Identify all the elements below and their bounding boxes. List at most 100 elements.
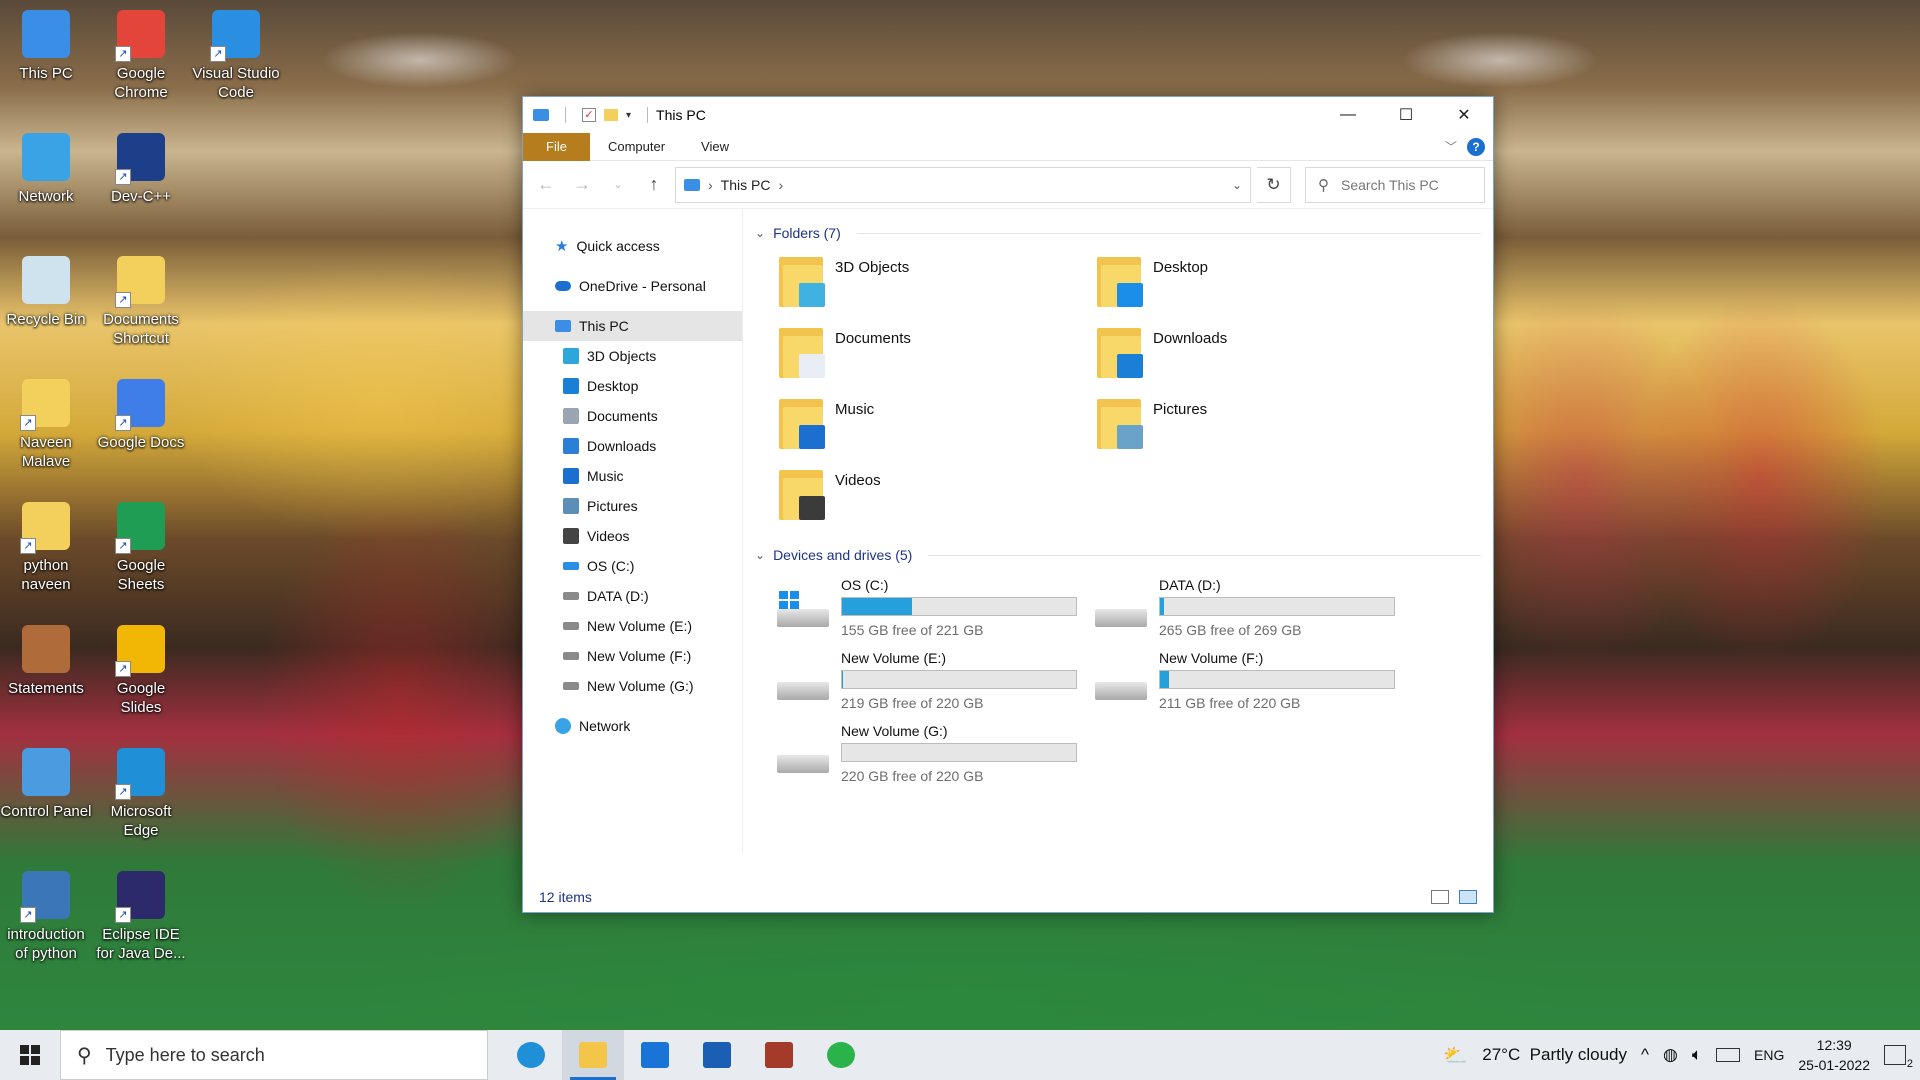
clock[interactable]: 12:39 25-01-2022: [1798, 1035, 1870, 1075]
desktop-icon-python-naveen[interactable]: ↗ python naveen: [0, 502, 92, 594]
new-folder-icon[interactable]: [604, 109, 618, 121]
nav-item-new-volume-f[interactable]: New Volume (F:): [523, 641, 742, 671]
search-box[interactable]: ⚲ Search This PC: [1305, 166, 1485, 203]
taskbar-search-box[interactable]: ⚲ Type here to search: [60, 1030, 488, 1080]
visual-studio-code-icon: ↗: [210, 10, 260, 62]
this-pc-icon: [684, 178, 700, 191]
drive-data-d[interactable]: DATA (D:) 265 GB free of 269 GB: [1095, 577, 1413, 638]
desktop-icon-documents-shortcut[interactable]: ↗ Documents Shortcut: [95, 256, 187, 348]
notifications-icon[interactable]: 2: [1884, 1045, 1913, 1070]
desktop-icon-google-chrome[interactable]: ↗ Google Chrome: [95, 10, 187, 102]
drive-new-volume-e[interactable]: New Volume (E:) 219 GB free of 220 GB: [777, 650, 1095, 711]
desktop-icon-visual-studio-code[interactable]: ↗ Visual Studio Code: [190, 10, 282, 102]
maximize-button[interactable]: ☐: [1377, 97, 1435, 133]
large-icons-view-button[interactable]: [1459, 890, 1477, 904]
desktop-icon-label: Documents Shortcut: [103, 311, 179, 347]
desktop-icon-introduction-of-python[interactable]: ↗ introduction of python: [0, 871, 92, 963]
documents-shortcut-icon: ↗: [115, 256, 165, 308]
folder-label: 3D Objects: [835, 259, 910, 276]
desktop-icon-microsoft-edge[interactable]: ↗ Microsoft Edge: [95, 748, 187, 840]
desktop-icon-this-pc[interactable]: This PC: [0, 10, 92, 83]
folder-3d-objects[interactable]: 3D Objects: [777, 253, 1095, 316]
shortcut-arrow-icon: ↗: [20, 538, 36, 554]
nav-item-new-volume-e[interactable]: New Volume (E:): [523, 611, 742, 641]
taskbar-app-dell[interactable]: [686, 1030, 748, 1080]
help-icon[interactable]: ?: [1467, 137, 1485, 156]
taskbar-app-whatsapp[interactable]: [810, 1030, 872, 1080]
address-dropdown-chevron-icon[interactable]: ⌄: [1232, 178, 1242, 192]
desktop-icon-dev-c[interactable]: ↗ Dev-C++: [95, 133, 187, 206]
nav-network[interactable]: Network: [523, 711, 742, 741]
expand-ribbon-chevron-icon[interactable]: ﹀: [1445, 138, 1457, 155]
nav-onedrive[interactable]: OneDrive - Personal: [523, 271, 742, 301]
desktop-folder-icon: [1095, 253, 1143, 309]
nav-item-documents[interactable]: Documents: [523, 401, 742, 431]
taskbar-app-microsoft-edge[interactable]: [500, 1030, 562, 1080]
nav-item-videos[interactable]: Videos: [523, 521, 742, 551]
details-view-button[interactable]: [1431, 890, 1449, 904]
nav-item-data-d[interactable]: DATA (D:): [523, 581, 742, 611]
folder-videos[interactable]: Videos: [777, 466, 1095, 529]
nav-item-downloads[interactable]: Downloads: [523, 431, 742, 461]
start-button[interactable]: [0, 1030, 60, 1080]
nav-this-pc[interactable]: This PC: [523, 311, 742, 341]
desktop-icon-eclipse-ide-for-java-de[interactable]: ↗ Eclipse IDE for Java De...: [95, 871, 187, 963]
weather-icon[interactable]: ⛅: [1443, 1043, 1468, 1068]
keyboard-icon[interactable]: [1716, 1048, 1741, 1062]
desktop-icon-control-panel[interactable]: Control Panel: [0, 748, 92, 821]
show-hidden-icons-chevron-icon[interactable]: ^: [1641, 1045, 1649, 1065]
desktop-icon-google-slides[interactable]: ↗ Google Slides: [95, 625, 187, 717]
language-indicator[interactable]: ENG: [1754, 1047, 1784, 1063]
desktop-icon-network[interactable]: Network: [0, 133, 92, 206]
properties-icon[interactable]: ✓: [582, 108, 596, 122]
tab-computer[interactable]: Computer: [590, 133, 683, 161]
folders-group-header[interactable]: ⌄ Folders (7): [755, 221, 1481, 245]
nav-item-3d-objects[interactable]: 3D Objects: [523, 341, 742, 371]
taskbar-app-mail[interactable]: [624, 1030, 686, 1080]
up-button[interactable]: ↑: [639, 174, 669, 195]
address-bar[interactable]: › This PC › ⌄: [675, 166, 1251, 203]
customize-toolbar-chevron-icon[interactable]: ▾: [626, 110, 631, 121]
nav-quick-access[interactable]: ★ Quick access: [523, 231, 742, 261]
nav-item-pictures[interactable]: Pictures: [523, 491, 742, 521]
nav-label: Videos: [587, 528, 630, 544]
folder-documents[interactable]: Documents: [777, 324, 1095, 387]
taskbar-app-photo-app[interactable]: [748, 1030, 810, 1080]
breadcrumb-this-pc[interactable]: This PC: [721, 177, 771, 193]
refresh-button[interactable]: ↻: [1257, 166, 1291, 203]
folder-pictures[interactable]: Pictures: [1095, 395, 1413, 458]
tab-view[interactable]: View: [683, 133, 747, 161]
drive-new-volume-g[interactable]: New Volume (G:) 220 GB free of 220 GB: [777, 723, 1095, 784]
back-button[interactable]: ←: [531, 174, 561, 195]
desktop-icon-recycle-bin[interactable]: Recycle Bin: [0, 256, 92, 329]
weather-text[interactable]: 27°C Partly cloudy: [1482, 1045, 1627, 1065]
network-icon: [22, 133, 70, 181]
taskbar-app-file-explorer[interactable]: [562, 1030, 624, 1080]
folder-downloads[interactable]: Downloads: [1095, 324, 1413, 387]
tab-file[interactable]: File: [523, 132, 590, 161]
desktop-icon-google-docs[interactable]: ↗ Google Docs: [95, 379, 187, 452]
breadcrumb-separator-icon[interactable]: ›: [778, 177, 783, 193]
nav-item-os-c[interactable]: OS (C:): [523, 551, 742, 581]
forward-button[interactable]: →: [567, 174, 597, 195]
breadcrumb-separator-icon[interactable]: ›: [708, 177, 713, 193]
desktop-icon-statements[interactable]: Statements: [0, 625, 92, 698]
close-button[interactable]: ✕: [1435, 97, 1493, 133]
drive-new-volume-f[interactable]: New Volume (F:) 211 GB free of 220 GB: [1095, 650, 1413, 711]
desktop-icon-label: Google Slides: [116, 680, 166, 716]
folder-music[interactable]: Music: [777, 395, 1095, 458]
volume-icon[interactable]: 🔈︎: [1692, 1045, 1702, 1065]
minimize-button[interactable]: —: [1319, 97, 1377, 133]
nav-item-desktop[interactable]: Desktop: [523, 371, 742, 401]
nav-item-new-volume-g[interactable]: New Volume (G:): [523, 671, 742, 701]
desktop-icon-naveen-malave[interactable]: ↗ Naveen Malave: [0, 379, 92, 471]
network-globe-icon[interactable]: ◍: [1663, 1045, 1678, 1065]
recent-locations-chevron-icon[interactable]: ⌄: [603, 178, 633, 191]
drives-group-header[interactable]: ⌄ Devices and drives (5): [755, 543, 1481, 567]
shortcut-arrow-icon: ↗: [115, 415, 131, 431]
file-explorer-icon: [579, 1042, 607, 1068]
nav-item-music[interactable]: Music: [523, 461, 742, 491]
drive-os-c[interactable]: OS (C:) 155 GB free of 221 GB: [777, 577, 1095, 638]
desktop-icon-google-sheets[interactable]: ↗ Google Sheets: [95, 502, 187, 594]
folder-desktop[interactable]: Desktop: [1095, 253, 1413, 316]
